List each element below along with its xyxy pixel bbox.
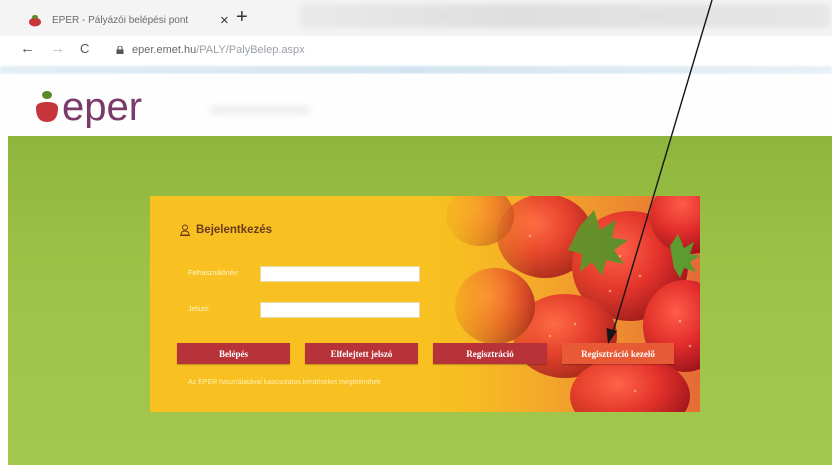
strawberry-logo-icon: [36, 91, 58, 122]
blurred-tab-region: [300, 4, 830, 28]
forgot-password-button[interactable]: Elfelejtett jelszó: [305, 343, 418, 364]
password-label: Jelszó:: [188, 306, 210, 313]
browser-tab[interactable]: EPER - Pályázói belépési pont ×: [12, 6, 238, 34]
eper-logo[interactable]: eper: [34, 84, 184, 128]
lock-icon: [116, 46, 124, 54]
tab-close-icon[interactable]: ×: [220, 13, 229, 28]
url-path: /PALY/PalyBelep.aspx: [196, 44, 305, 56]
password-input[interactable]: [260, 302, 420, 318]
url-field[interactable]: eper.emet.hu/PALY/PalyBelep.aspx: [132, 44, 305, 56]
help-link[interactable]: Az EPER használatával kapcsolatos kérdés…: [188, 379, 381, 386]
username-label: Felhasználónév:: [188, 270, 239, 277]
forward-button[interactable]: →: [50, 41, 65, 56]
username-input[interactable]: [260, 266, 420, 282]
browser-tab-bar: EPER - Pályázói belépési pont × +: [0, 0, 832, 36]
login-panel: Bejelentkezés Felhasználónév: Jelszó: Be…: [150, 196, 700, 412]
login-title-text: Bejelentkezés: [196, 224, 273, 236]
login-button[interactable]: Belépés: [177, 343, 290, 364]
user-icon: [180, 224, 190, 236]
url-host: eper.emet.hu: [132, 44, 197, 56]
register-button[interactable]: Regisztráció: [433, 343, 547, 364]
header-faint-text: [210, 106, 310, 114]
new-tab-button[interactable]: +: [236, 7, 248, 27]
eper-favicon-icon: [29, 15, 41, 27]
back-button[interactable]: ←: [20, 41, 35, 56]
reload-button[interactable]: C: [80, 42, 89, 55]
tab-title: EPER - Pályázói belépési pont: [52, 14, 189, 26]
logo-text: eper: [62, 85, 142, 128]
register-guide-button[interactable]: Regisztráció kezelő: [562, 343, 674, 364]
address-bar: [0, 36, 832, 66]
login-title: Bejelentkezés: [180, 224, 272, 236]
page-top-strip: [0, 66, 832, 74]
